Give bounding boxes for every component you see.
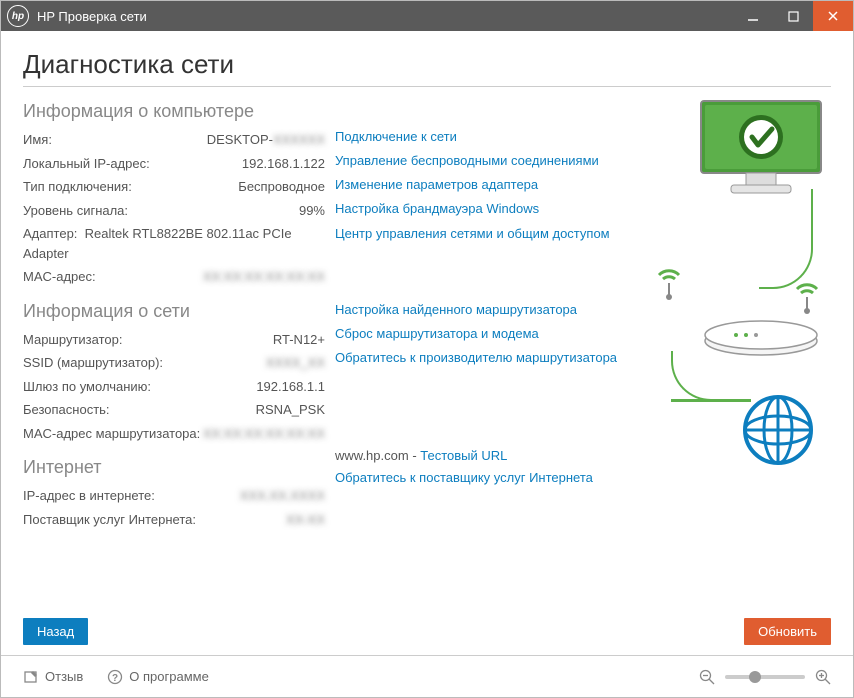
value: 192.168.1.122	[242, 154, 325, 174]
svg-text:?: ?	[112, 673, 118, 684]
link-manage-wireless[interactable]: Управление беспроводными соединениями	[335, 149, 641, 173]
row-conn-type: Тип подключения: Беспроводное	[23, 175, 325, 199]
section-title-computer: Информация о компьютере	[23, 101, 325, 122]
label: Поставщик услуг Интернета:	[23, 510, 196, 530]
question-icon: ?	[107, 669, 123, 685]
about-button[interactable]: ? О программе	[107, 669, 209, 685]
footer: Отзыв ? О программе	[1, 655, 853, 697]
value: DESKTOP-XXXXXX	[207, 130, 325, 150]
value: XXXX_XX	[266, 353, 325, 373]
label: Уровень сигнала:	[23, 201, 128, 221]
content-area: Диагностика сети Информация о компьютере…	[1, 31, 853, 618]
label: SSID (маршрутизатор):	[23, 353, 163, 373]
label: Маршрутизатор:	[23, 330, 122, 350]
refresh-button[interactable]: Обновить	[744, 618, 831, 645]
label: MAC-адрес маршрутизатора:	[23, 424, 200, 444]
link-connect-network[interactable]: Подключение к сети	[335, 125, 641, 149]
feedback-label: Отзыв	[45, 669, 83, 684]
zoom-slider[interactable]	[725, 675, 805, 679]
close-button[interactable]	[813, 1, 853, 31]
hp-url-text: www.hp.com	[335, 448, 409, 463]
wifi-right-icon	[783, 267, 831, 315]
row-gateway: Шлюз по умолчанию: 192.168.1.1	[23, 375, 325, 399]
row-isp: Поставщик услуг Интернета: XX-XX	[23, 508, 325, 532]
monitor-icon	[696, 99, 826, 199]
feedback-icon	[23, 669, 39, 685]
divider	[23, 86, 831, 87]
titlebar: hp HP Проверка сети	[1, 1, 853, 31]
row-adapter: Адаптер: Realtek RTL8822BE 802.11ac PCIe…	[23, 222, 325, 265]
row-router: Маршрутизатор: RT-N12+	[23, 328, 325, 352]
page-title: Диагностика сети	[23, 49, 831, 80]
section-title-network: Информация о сети	[23, 301, 325, 322]
globe-icon	[741, 393, 815, 467]
link-router-vendor[interactable]: Обратитесь к производителю маршрутизатор…	[335, 346, 641, 370]
zoom-thumb[interactable]	[749, 671, 761, 683]
about-label: О программе	[129, 669, 209, 684]
value: XX:XX:XX:XX:XX:XX	[203, 267, 325, 287]
zoom-in-icon[interactable]	[815, 669, 831, 685]
value: RSNA_PSK	[256, 400, 325, 420]
zoom-control	[699, 669, 831, 685]
label: Локальный IP-адрес:	[23, 154, 150, 174]
link-router-setup[interactable]: Настройка найденного маршрутизатора	[335, 298, 641, 322]
row-mac: MAC-адрес: XX:XX:XX:XX:XX:XX	[23, 265, 325, 289]
label: Адаптер:	[23, 226, 77, 241]
value: XX:XX:XX:XX:XX:XX	[203, 424, 325, 444]
link-firewall[interactable]: Настройка брандмауэра Windows	[335, 197, 641, 221]
label: Безопасность:	[23, 400, 110, 420]
feedback-button[interactable]: Отзыв	[23, 669, 83, 685]
label: Тип подключения:	[23, 177, 132, 197]
links-column: Подключение к сети Управление беспроводн…	[325, 95, 641, 531]
link-isp[interactable]: Обратитесь к поставщику услуг Интернета	[335, 466, 641, 490]
label: Имя:	[23, 130, 52, 150]
diagram-column	[641, 95, 831, 531]
value: 99%	[299, 201, 325, 221]
value: XXX.XX.XXXX	[240, 486, 325, 506]
label: IP-адрес в интернете:	[23, 486, 155, 506]
row-ssid: SSID (маршрутизатор): XXXX_XX	[23, 351, 325, 375]
row-security: Безопасность: RSNA_PSK	[23, 398, 325, 422]
link-test-url[interactable]: Тестовый URL	[420, 446, 507, 465]
wifi-left-icon	[645, 253, 693, 301]
link-adapter-settings[interactable]: Изменение параметров адаптера	[335, 173, 641, 197]
label: MAC-адрес:	[23, 267, 96, 287]
row-name: Имя: DESKTOP-XXXXXX	[23, 128, 325, 152]
row-internet-ip: IP-адрес в интернете: XXX.XX.XXXX	[23, 484, 325, 508]
minimize-button[interactable]	[733, 1, 773, 31]
value: RT-N12+	[273, 330, 325, 350]
back-button[interactable]: Назад	[23, 618, 88, 645]
value: XX-XX	[286, 510, 325, 530]
link-network-center[interactable]: Центр управления сетями и общим доступом	[335, 222, 641, 246]
row-signal: Уровень сигнала: 99%	[23, 199, 325, 223]
test-url-row: www.hp.com - Тестовый URL	[335, 446, 641, 466]
value: Беспроводное	[238, 177, 325, 197]
link-router-reset[interactable]: Сброс маршрутизатора и модема	[335, 322, 641, 346]
label: Шлюз по умолчанию:	[23, 377, 151, 397]
app-window: hp HP Проверка сети Диагностика сети Инф…	[0, 0, 854, 698]
bottom-buttons: Назад Обновить	[1, 618, 853, 655]
hp-logo-icon: hp	[7, 5, 29, 27]
maximize-button[interactable]	[773, 1, 813, 31]
left-column: Информация о компьютере Имя: DESKTOP-XXX…	[23, 95, 325, 531]
row-local-ip: Локальный IP-адрес: 192.168.1.122	[23, 152, 325, 176]
value: 192.168.1.1	[256, 377, 325, 397]
row-router-mac: MAC-адрес маршрутизатора: XX:XX:XX:XX:XX…	[23, 422, 325, 446]
section-title-internet: Интернет	[23, 457, 325, 478]
zoom-out-icon[interactable]	[699, 669, 715, 685]
app-title: HP Проверка сети	[37, 9, 147, 24]
